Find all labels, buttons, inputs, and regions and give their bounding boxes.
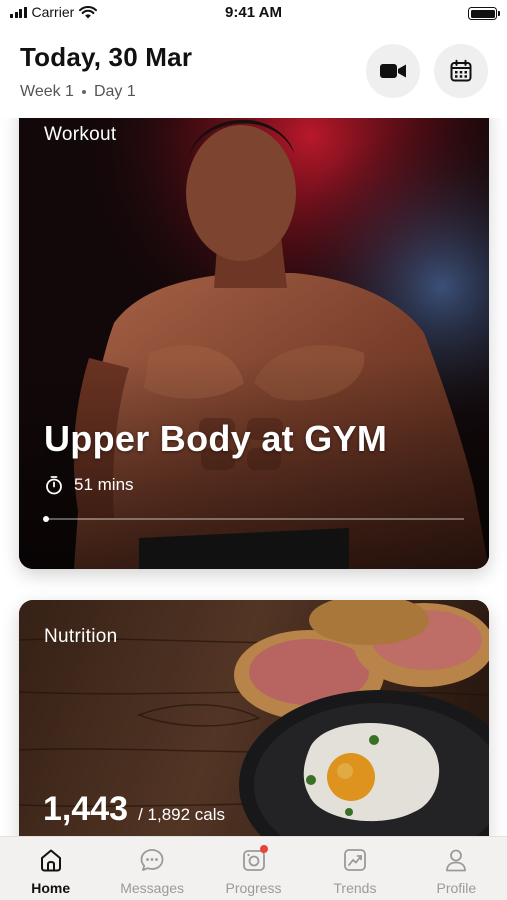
stopwatch-icon	[46, 476, 62, 495]
workout-duration: 51 mins	[44, 475, 134, 495]
camera-icon	[239, 845, 269, 875]
home-icon	[36, 845, 66, 875]
header: Today, 30 Mar Week 1 Day 1	[0, 26, 507, 118]
tab-home[interactable]: Home	[0, 837, 101, 900]
tab-profile-label: Profile	[436, 880, 477, 896]
calories-total: / 1,892 cals	[138, 805, 226, 824]
workout-progress-knob	[43, 516, 49, 522]
week-label: Week 1	[20, 83, 74, 100]
nutrition-label: Nutrition	[44, 626, 118, 647]
user-icon	[441, 845, 471, 875]
tab-trends-label: Trends	[333, 880, 377, 896]
tab-messages[interactable]: Messages	[101, 837, 202, 900]
duration-label: 51 mins	[74, 475, 134, 494]
tab-progress[interactable]: Progress	[203, 837, 304, 900]
calendar-button[interactable]	[434, 44, 488, 98]
feed[interactable]: Workout Upper Body at GYM 51 mins Nutrit…	[0, 118, 507, 836]
video-camera-icon	[380, 64, 406, 78]
workout-label: Workout	[44, 124, 117, 145]
chat-icon	[137, 845, 167, 875]
battery-icon	[468, 7, 500, 20]
workout-progress-track	[44, 518, 464, 520]
day-label: Day 1	[93, 83, 136, 100]
workout-title: Upper Body at GYM	[44, 418, 388, 459]
workout-photo	[19, 118, 489, 569]
tab-trends[interactable]: Trends	[304, 837, 405, 900]
separator-dot	[81, 90, 86, 94]
calories-summary: 1,443 / 1,892 cals	[43, 790, 225, 829]
video-call-button[interactable]	[366, 44, 420, 98]
workout-card[interactable]: Workout Upper Body at GYM 51 mins	[19, 118, 489, 569]
notification-badge	[259, 845, 268, 853]
tab-bar: Home Messages Progress Trends Profile	[0, 836, 507, 900]
nutrition-card[interactable]: Nutrition 1,443 / 1,892 cals	[19, 600, 489, 836]
tab-messages-label: Messages	[120, 880, 185, 896]
calories-current: 1,443	[43, 790, 129, 828]
tab-home-label: Home	[31, 880, 71, 896]
week-day-subtitle: Week 1 Day 1	[20, 83, 136, 101]
status-bar: Carrier 9:41 AM	[0, 0, 507, 26]
page-title: Today, 30 Mar	[20, 42, 193, 72]
calendar-icon	[450, 59, 472, 82]
trend-chart-icon	[340, 845, 370, 875]
tab-progress-label: Progress	[225, 880, 282, 896]
tab-profile[interactable]: Profile	[406, 837, 507, 900]
status-time: 9:41 AM	[225, 4, 282, 21]
